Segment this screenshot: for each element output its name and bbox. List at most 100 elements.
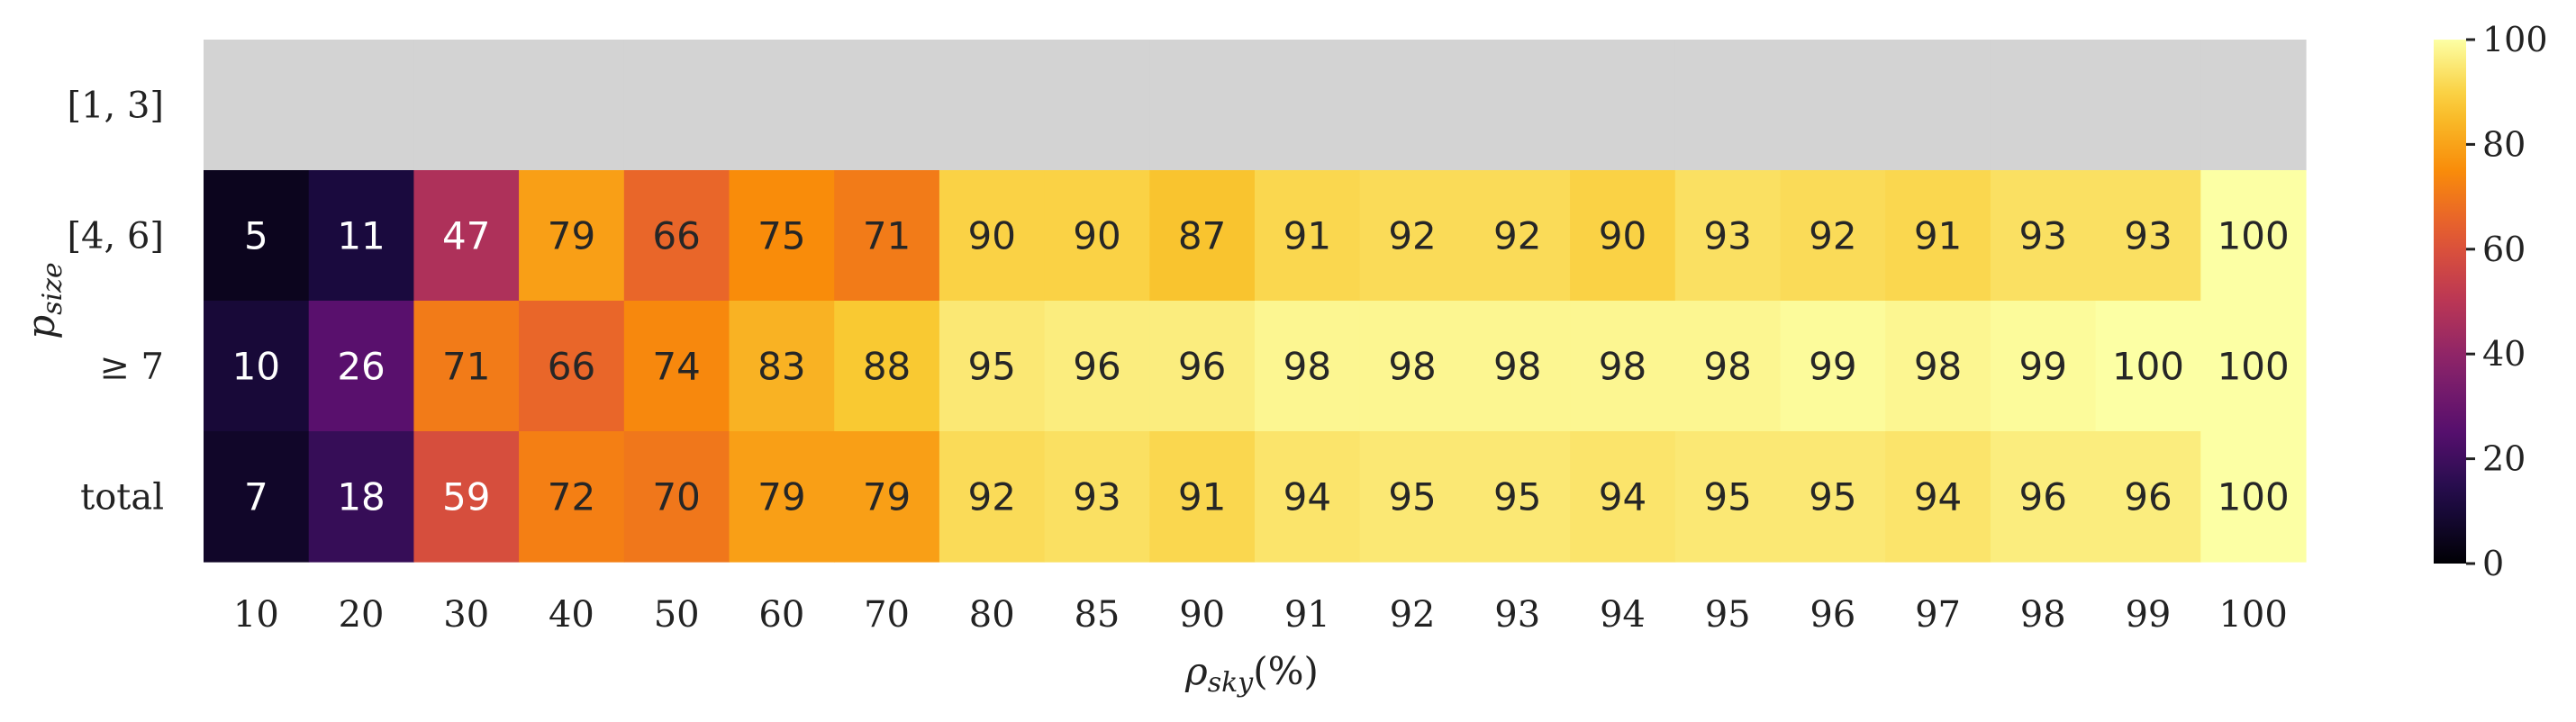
- cell-value-label: 98: [1283, 345, 1331, 389]
- cell-value-label: 95: [1493, 475, 1541, 519]
- cell-value-label: 11: [337, 214, 385, 258]
- y-tick-label: total: [80, 477, 164, 519]
- cell-value-label: 79: [548, 214, 595, 258]
- cell-value-label: 93: [1073, 475, 1120, 519]
- x-tick-label: 70: [864, 594, 910, 636]
- x-tick-labels: 10 20 30 40 50 60 70 80 85 90 91 92 93 94 95 96 97 98 99 10…: [233, 594, 2288, 636]
- colorbar-tick-label: 0: [2482, 544, 2504, 583]
- colorbar-ticks: 0 20 40 60 80 100: [2466, 20, 2548, 583]
- cell-value-label: 7: [244, 475, 268, 519]
- cell-value-label: 90: [1599, 214, 1646, 258]
- colorbar-tick-label: 100: [2482, 20, 2548, 59]
- heatmap-cell: [1674, 40, 1782, 171]
- cell-value-label: 95: [1388, 475, 1436, 519]
- heatmap-cell: [1570, 40, 1676, 171]
- cell-value-label: 59: [442, 475, 490, 519]
- x-tick-label: 94: [1600, 594, 1646, 636]
- x-tick-label: 10: [233, 594, 279, 636]
- cell-value-label: 96: [2019, 475, 2067, 519]
- cell-value-label: 98: [1703, 345, 1751, 389]
- cell-value-label: 10: [232, 345, 280, 389]
- y-tick-label: [4, 6]: [67, 216, 164, 257]
- colorbar-tick-label: 20: [2482, 439, 2526, 479]
- heatmap-cell: [1149, 40, 1256, 171]
- cell-value-label: 5: [244, 214, 268, 258]
- cell-value-label: 83: [757, 345, 805, 389]
- heatmap-cell: [1465, 40, 1571, 171]
- x-tick-label: 96: [1810, 594, 1855, 636]
- cell-value-label: 94: [1914, 475, 1962, 519]
- cell-value-label: 93: [1703, 214, 1751, 258]
- heatmap-cell: [939, 40, 1046, 171]
- x-tick-label: 40: [549, 594, 594, 636]
- cell-value-label: 66: [548, 345, 595, 389]
- cell-value-label: 71: [442, 345, 490, 389]
- x-tick-label: 50: [654, 594, 700, 636]
- cell-value-label: 100: [2218, 345, 2290, 389]
- cell-value-label: 79: [863, 475, 911, 519]
- cell-value-label: 95: [1703, 475, 1751, 519]
- cell-value-label: 87: [1178, 214, 1226, 258]
- heatmap-cell: [2095, 40, 2201, 171]
- x-tick-label: 60: [758, 594, 804, 636]
- heatmap-cell: [1255, 40, 1361, 171]
- cell-value-label: 99: [2019, 345, 2067, 389]
- heatmap-cell: [834, 40, 940, 171]
- x-tick-label: 30: [443, 594, 489, 636]
- cell-value-label: 70: [652, 475, 700, 519]
- cell-value-label: 90: [1073, 214, 1120, 258]
- x-tick-label: 99: [2125, 594, 2171, 636]
- x-tick-label: 93: [1494, 594, 1540, 636]
- cell-value-label: 95: [968, 345, 1016, 389]
- cell-value-label: 91: [1178, 475, 1226, 519]
- heatmap-cell: [1885, 40, 1991, 171]
- cell-value-label: 95: [1809, 475, 1856, 519]
- colorbar-tick-label: 80: [2482, 124, 2526, 164]
- cell-value-label: 79: [757, 475, 805, 519]
- cell-value-label: 98: [1493, 345, 1541, 389]
- cell-value-label: 93: [2019, 214, 2067, 258]
- cell-value-label: 99: [1809, 345, 1856, 389]
- cell-value-label: 96: [2124, 475, 2172, 519]
- heatmap-cell: [519, 40, 625, 171]
- y-axis-label: psize: [19, 262, 68, 338]
- cell-value-label: 90: [968, 214, 1016, 258]
- cell-value-label: 98: [1914, 345, 1962, 389]
- cell-value-label: 72: [548, 475, 595, 519]
- x-tick-label: 100: [2218, 594, 2287, 636]
- y-tick-label: ≥ 7: [99, 347, 164, 388]
- x-tick-label: 92: [1390, 594, 1436, 636]
- cell-value-label: 100: [2218, 214, 2290, 258]
- colorbar-tick-label: 60: [2482, 230, 2526, 269]
- x-tick-label: 95: [1705, 594, 1751, 636]
- x-tick-label: 90: [1179, 594, 1225, 636]
- colorbar-tick-label: 40: [2482, 334, 2526, 374]
- cell-value-label: 92: [968, 475, 1016, 519]
- y-tick-labels: [1, 3] [4, 6] ≥ 7 total: [67, 86, 164, 519]
- cell-value-label: 18: [337, 475, 385, 519]
- x-axis-label: ρsky(%): [1184, 649, 1319, 699]
- x-tick-label: 97: [1915, 594, 1961, 636]
- x-tick-label: 98: [2020, 594, 2066, 636]
- heatmap-chart: 5 11 47 79 66 75 71 90 90 87 91 92 92 90 93 92 91 93 93 100…: [19, 20, 2548, 699]
- cell-value-label: 94: [1599, 475, 1646, 519]
- cell-value-label: 26: [337, 345, 385, 389]
- cell-value-label: 92: [1388, 214, 1436, 258]
- cell-value-label: 91: [1283, 214, 1331, 258]
- x-tick-label: 91: [1284, 594, 1330, 636]
- heatmap-cell: [413, 40, 520, 171]
- heatmap-cell: [204, 40, 310, 171]
- cell-value-label: 100: [2112, 345, 2184, 389]
- cell-value-label: 92: [1493, 214, 1541, 258]
- cell-value-label: 92: [1809, 214, 1856, 258]
- cell-value-label: 88: [863, 345, 911, 389]
- heatmap-cells: 5 11 47 79 66 75 71 90 90 87 91 92 92 90 93 92 91 93 93 100…: [204, 40, 2307, 563]
- cell-value-label: 96: [1073, 345, 1120, 389]
- cell-value-label: 98: [1599, 345, 1646, 389]
- cell-value-label: 98: [1388, 345, 1436, 389]
- heatmap-cell: [1780, 40, 1886, 171]
- cell-value-label: 71: [863, 214, 911, 258]
- cell-value-label: 91: [1914, 214, 1962, 258]
- cell-value-label: 93: [2124, 214, 2172, 258]
- colorbar: [2434, 40, 2466, 564]
